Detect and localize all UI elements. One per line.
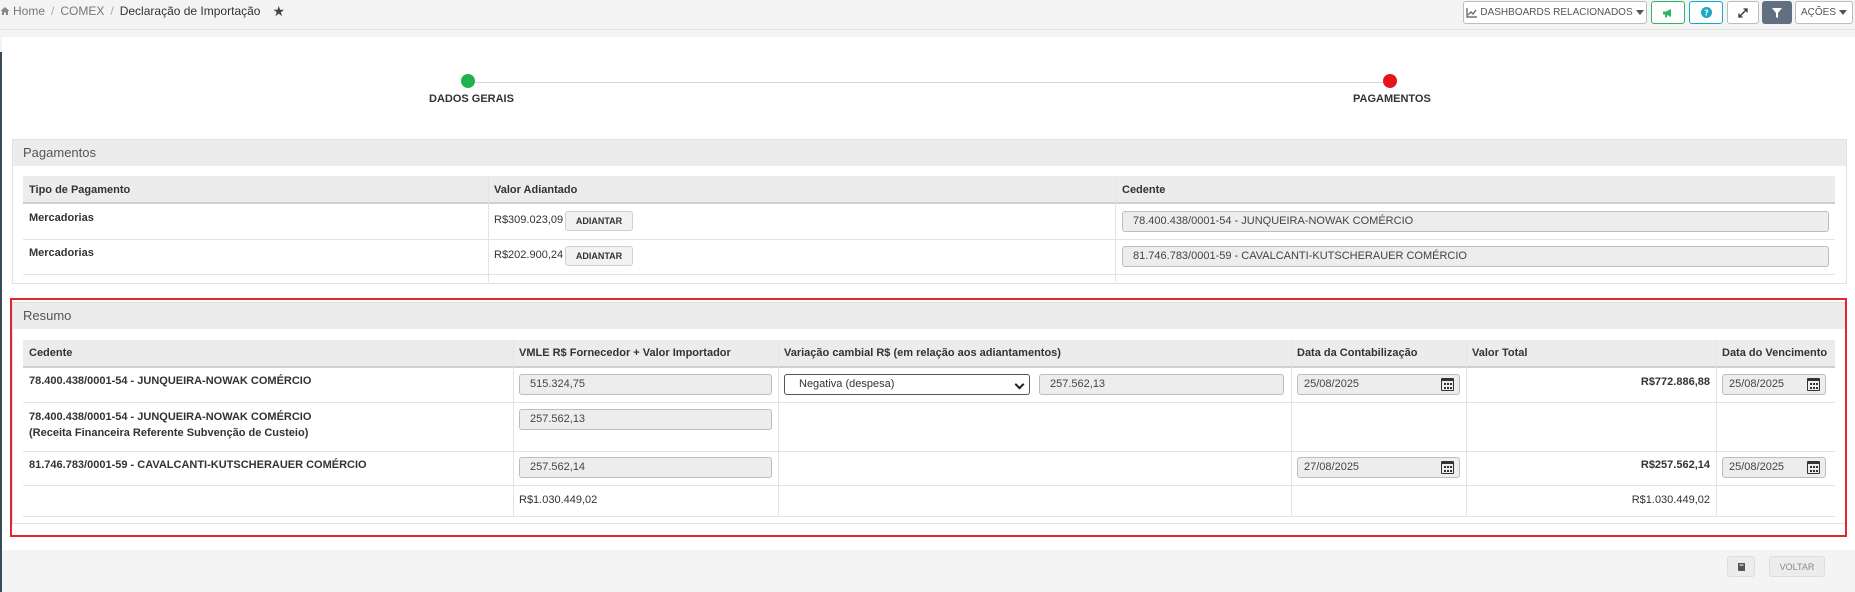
top-bar: Home / COMEX / Declaração de Importação … <box>0 0 1855 30</box>
chart-icon <box>1466 7 1478 18</box>
breadcrumb-separator: / <box>51 4 55 18</box>
pagamentos-title: Pagamentos <box>13 140 1846 166</box>
adiantar-button[interactable]: ADIANTAR <box>565 211 633 231</box>
chevron-down-icon <box>1839 10 1847 15</box>
pagamento-cedente-field[interactable]: 78.400.438/0001-54 - JUNQUEIRA-NOWAK COM… <box>1122 211 1829 232</box>
acoes-label: AÇÕES <box>1800 7 1836 18</box>
pagamentos-table-header <box>23 176 1835 204</box>
stepper-line <box>468 82 1390 83</box>
book-button[interactable] <box>1727 556 1755 577</box>
breadcrumb-home[interactable]: Home <box>13 4 45 18</box>
favorite-star-icon[interactable]: ★ <box>272 4 285 18</box>
megaphone-icon <box>1663 8 1671 17</box>
fullscreen-button[interactable] <box>1727 1 1759 24</box>
pagamento-cedente-field[interactable]: 81.746.783/0001-59 - CAVALCANTI-KUTSCHER… <box>1122 246 1829 267</box>
acoes-button[interactable]: AÇÕES <box>1795 1 1853 24</box>
adiantar-button[interactable]: ADIANTAR <box>565 246 633 266</box>
announcement-button[interactable] <box>1651 1 1685 24</box>
dashboards-relacionados-button[interactable]: DASHBOARDS RELACIONADOS <box>1463 1 1647 24</box>
filter-icon <box>1772 7 1782 18</box>
breadcrumb-separator: / <box>110 4 114 18</box>
svg-text:?: ? <box>1704 9 1709 18</box>
pagamento-valor: R$309.023,09 <box>494 214 564 226</box>
header-valor-adiantado: Valor Adiantado <box>494 184 578 196</box>
header-tipo-pagamento: Tipo de Pagamento <box>29 184 131 196</box>
voltar-button[interactable]: VOLTAR <box>1769 556 1825 577</box>
row-divider <box>23 239 1835 240</box>
pagamento-valor: R$202.900,24 <box>494 249 564 261</box>
header-cedente: Cedente <box>1122 184 1166 196</box>
breadcrumb-comex[interactable]: COMEX <box>60 4 104 18</box>
breadcrumb-current: Declaração de Importação <box>119 4 261 18</box>
chevron-down-icon <box>1635 10 1644 15</box>
question-circle-icon: ? <box>1700 7 1712 18</box>
filter-button[interactable] <box>1762 1 1792 24</box>
row-divider <box>23 274 1835 275</box>
help-button[interactable]: ? <box>1689 1 1723 24</box>
column-divider <box>488 176 489 282</box>
home-icon <box>0 7 10 15</box>
step-pagamentos-label[interactable]: PAGAMENTOS <box>1353 93 1431 105</box>
book-icon <box>1737 562 1745 571</box>
step-dados-gerais-dot[interactable] <box>461 74 475 88</box>
dashboards-label: DASHBOARDS RELACIONADOS <box>1480 7 1633 18</box>
step-dados-gerais-label[interactable]: DADOS GERAIS <box>429 93 514 105</box>
breadcrumb: Home / COMEX / Declaração de Importação … <box>0 4 285 18</box>
column-divider <box>1115 176 1116 282</box>
highlight-frame <box>10 298 1847 537</box>
pagamento-tipo: Mercadorias <box>29 212 94 224</box>
expand-icon <box>1738 7 1748 18</box>
pagamento-tipo: Mercadorias <box>29 247 94 259</box>
step-pagamentos-dot[interactable] <box>1383 74 1397 88</box>
